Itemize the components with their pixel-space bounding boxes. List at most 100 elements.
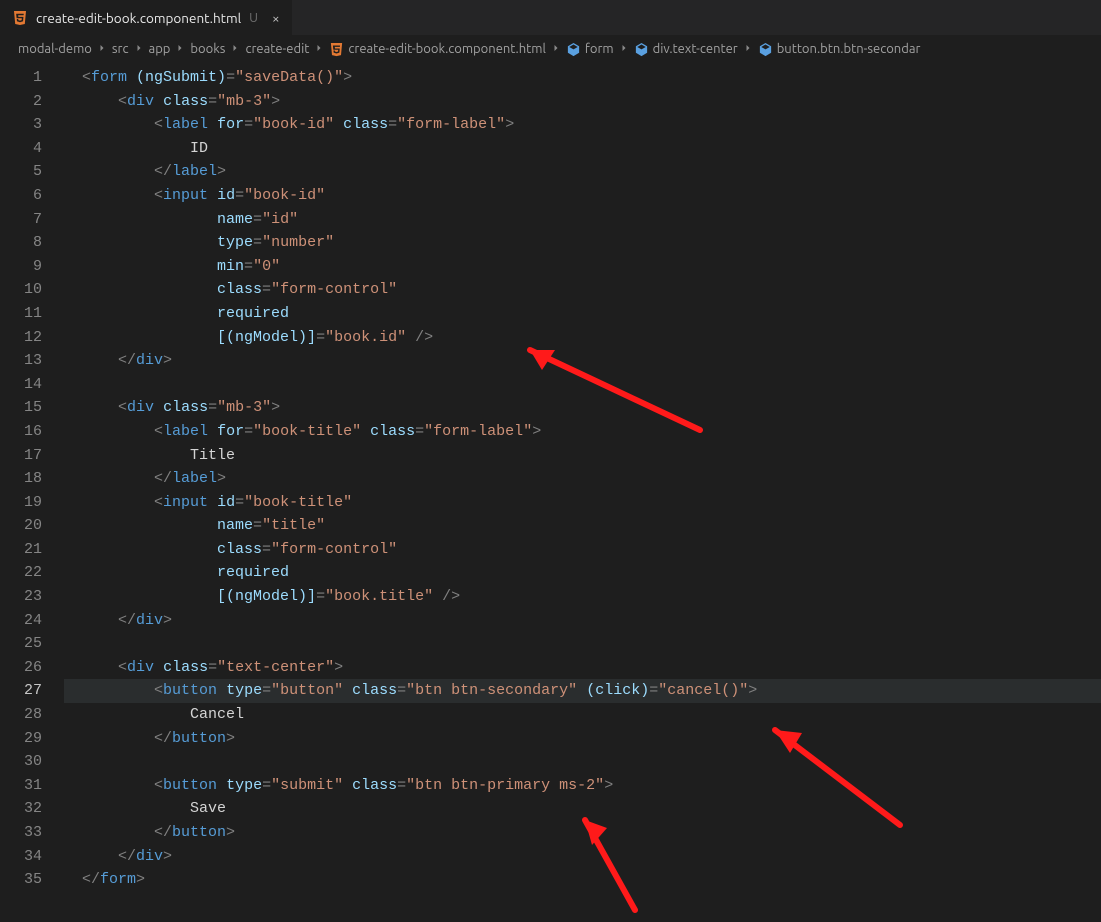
code-line[interactable] <box>64 632 1101 656</box>
code-line[interactable]: Cancel <box>64 703 1101 727</box>
line-number: 21 <box>0 538 64 562</box>
line-number: 30 <box>0 750 64 774</box>
code-content[interactable]: <form (ngSubmit)="saveData()"> <div clas… <box>64 62 1101 922</box>
line-number: 34 <box>0 845 64 869</box>
code-line[interactable]: <div class="mb-3"> <box>64 90 1101 114</box>
code-line[interactable]: [(ngModel)]="book.title" /> <box>64 585 1101 609</box>
breadcrumb-item[interactable]: div.text-center <box>634 42 738 57</box>
tab-modified-status: U <box>249 11 258 25</box>
code-line[interactable]: name="id" <box>64 208 1101 232</box>
code-line[interactable]: <label for="book-title" class="form-labe… <box>64 420 1101 444</box>
line-number: 11 <box>0 302 64 326</box>
line-number: 18 <box>0 467 64 491</box>
line-number: 35 <box>0 868 64 892</box>
line-number: 16 <box>0 420 64 444</box>
code-line[interactable]: min="0" <box>64 255 1101 279</box>
code-line[interactable]: Save <box>64 797 1101 821</box>
chevron-right-icon <box>133 42 145 57</box>
symbol-icon <box>566 42 581 57</box>
code-line[interactable]: </button> <box>64 727 1101 751</box>
line-number: 31 <box>0 774 64 798</box>
code-line[interactable] <box>64 373 1101 397</box>
chevron-right-icon <box>618 42 630 57</box>
tab-filename: create-edit-book.component.html <box>36 10 241 26</box>
code-line[interactable]: class="form-control" <box>64 538 1101 562</box>
code-line[interactable]: [(ngModel)]="book.id" /> <box>64 326 1101 350</box>
chevron-right-icon <box>174 42 186 57</box>
chevron-right-icon <box>96 42 108 57</box>
code-line[interactable]: <input id="book-title" <box>64 491 1101 515</box>
line-number: 13 <box>0 349 64 373</box>
code-line[interactable]: ID <box>64 137 1101 161</box>
code-editor[interactable]: 1234567891011121314151617181920212223242… <box>0 62 1101 922</box>
tab-bar: create-edit-book.component.html U × <box>0 0 1101 36</box>
code-line[interactable]: name="title" <box>64 514 1101 538</box>
code-line[interactable]: </div> <box>64 609 1101 633</box>
line-number-gutter: 1234567891011121314151617181920212223242… <box>0 62 64 922</box>
code-line[interactable]: <label for="book-id" class="form-label"> <box>64 113 1101 137</box>
code-line[interactable]: <button type="submit" class="btn btn-pri… <box>64 774 1101 798</box>
line-number: 4 <box>0 137 64 161</box>
code-line[interactable]: </label> <box>64 467 1101 491</box>
breadcrumb: modal-demo src app books create-edit create-e… <box>0 36 1101 62</box>
breadcrumb-item[interactable]: app <box>149 42 171 56</box>
line-number: 2 <box>0 90 64 114</box>
line-number: 33 <box>0 821 64 845</box>
html-file-icon <box>329 42 344 57</box>
code-line[interactable]: <input id="book-id" <box>64 184 1101 208</box>
code-line[interactable]: <div class="mb-3"> <box>64 396 1101 420</box>
line-number: 26 <box>0 656 64 680</box>
close-icon[interactable]: × <box>272 10 280 26</box>
chevron-right-icon <box>550 42 562 57</box>
breadcrumb-label: books <box>190 42 225 56</box>
breadcrumb-label: modal-demo <box>18 42 92 56</box>
line-number: 1 <box>0 66 64 90</box>
breadcrumb-item[interactable]: create-edit <box>245 42 309 56</box>
code-line[interactable]: required <box>64 302 1101 326</box>
code-line[interactable]: </form> <box>64 868 1101 892</box>
line-number: 17 <box>0 444 64 468</box>
line-number: 3 <box>0 113 64 137</box>
breadcrumb-item[interactable]: button.btn.btn-secondar <box>758 42 921 57</box>
breadcrumb-item[interactable]: src <box>112 42 129 56</box>
code-line[interactable]: </div> <box>64 845 1101 869</box>
editor-tab[interactable]: create-edit-book.component.html U × <box>0 0 292 35</box>
chevron-right-icon <box>742 42 754 57</box>
code-line[interactable]: </label> <box>64 160 1101 184</box>
line-number: 7 <box>0 208 64 232</box>
code-line[interactable] <box>64 750 1101 774</box>
breadcrumb-label: button.btn.btn-secondar <box>777 42 921 56</box>
line-number: 22 <box>0 561 64 585</box>
line-number: 5 <box>0 160 64 184</box>
code-line[interactable]: <button type="button" class="btn btn-sec… <box>64 679 1101 703</box>
line-number: 6 <box>0 184 64 208</box>
line-number: 19 <box>0 491 64 515</box>
code-line[interactable]: </div> <box>64 349 1101 373</box>
breadcrumb-label: create-edit-book.component.html <box>348 42 546 56</box>
breadcrumb-item[interactable]: modal-demo <box>18 42 92 56</box>
symbol-icon <box>634 42 649 57</box>
code-line[interactable]: class="form-control" <box>64 278 1101 302</box>
chevron-right-icon <box>313 42 325 57</box>
code-line[interactable]: <form (ngSubmit)="saveData()"> <box>64 66 1101 90</box>
line-number: 25 <box>0 632 64 656</box>
breadcrumb-item[interactable]: create-edit-book.component.html <box>329 42 546 57</box>
line-number: 24 <box>0 609 64 633</box>
line-number: 8 <box>0 231 64 255</box>
code-line[interactable]: type="number" <box>64 231 1101 255</box>
breadcrumb-label: src <box>112 42 129 56</box>
code-line[interactable]: </button> <box>64 821 1101 845</box>
symbol-icon <box>758 42 773 57</box>
breadcrumb-item[interactable]: books <box>190 42 225 56</box>
line-number: 10 <box>0 278 64 302</box>
line-number: 29 <box>0 727 64 751</box>
chevron-right-icon <box>229 42 241 57</box>
breadcrumb-label: create-edit <box>245 42 309 56</box>
breadcrumb-item[interactable]: form <box>566 42 614 57</box>
line-number: 15 <box>0 396 64 420</box>
line-number: 28 <box>0 703 64 727</box>
line-number: 27 <box>0 679 64 703</box>
code-line[interactable]: Title <box>64 444 1101 468</box>
code-line[interactable]: <div class="text-center"> <box>64 656 1101 680</box>
code-line[interactable]: required <box>64 561 1101 585</box>
